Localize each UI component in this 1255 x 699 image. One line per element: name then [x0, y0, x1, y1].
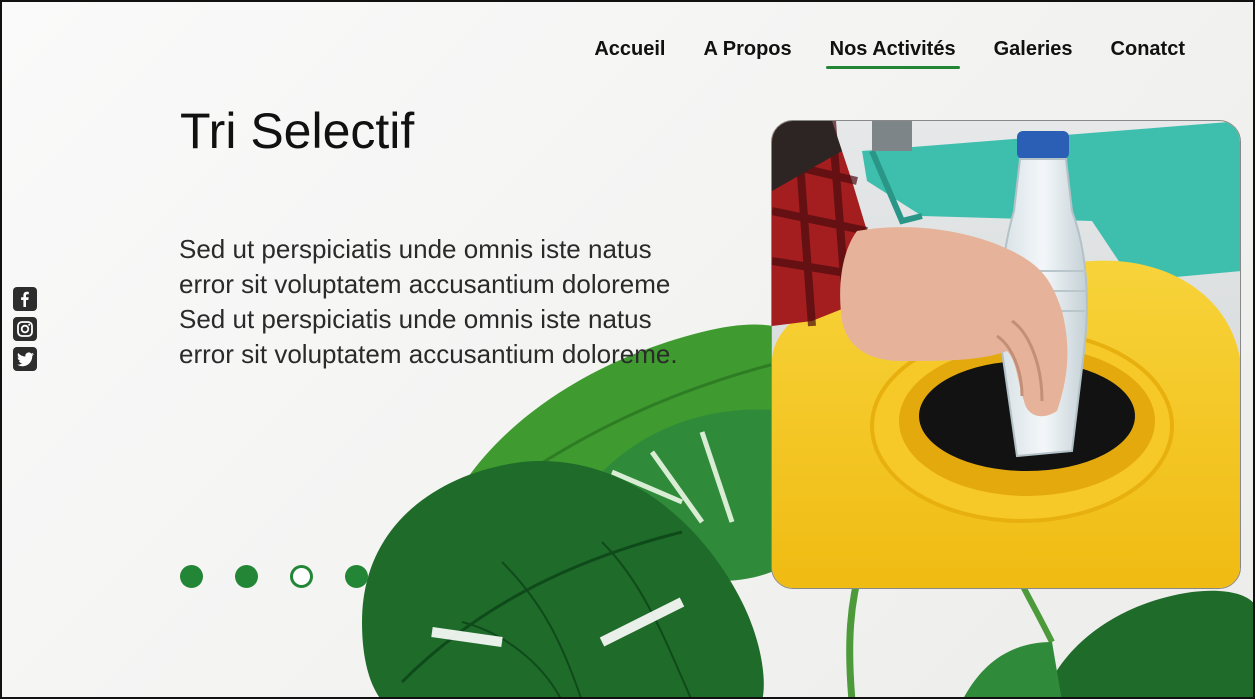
- nav-item-nos-activites[interactable]: Nos Activités: [825, 38, 960, 69]
- nav-item-contact[interactable]: Conatct: [1111, 38, 1185, 67]
- twitter-icon[interactable]: [13, 347, 37, 371]
- page-title: Tri Selectif: [180, 103, 415, 159]
- hero-description: Sed ut perspiciatis unde omnis iste natu…: [179, 232, 699, 372]
- main-navigation: Accueil A Propos Nos Activités Galeries …: [594, 38, 1185, 69]
- social-links: [13, 287, 37, 371]
- page-frame: Accueil A Propos Nos Activités Galeries …: [0, 0, 1255, 699]
- pager-dot-2[interactable]: [235, 565, 258, 588]
- pager-dot-3[interactable]: [290, 565, 313, 588]
- nav-item-a-propos[interactable]: A Propos: [703, 38, 791, 67]
- recycling-photo: [771, 120, 1241, 589]
- pager-dot-4[interactable]: [345, 565, 368, 588]
- instagram-icon[interactable]: [13, 317, 37, 341]
- hero-paragraph-1: Sed ut perspiciatis unde omnis iste natu…: [179, 234, 671, 299]
- pager-dot-1[interactable]: [180, 565, 203, 588]
- facebook-icon[interactable]: [13, 287, 37, 311]
- hero-paragraph-2: Sed ut perspiciatis unde omnis iste natu…: [179, 304, 678, 369]
- slide-pager: [180, 565, 368, 588]
- nav-item-galeries[interactable]: Galeries: [994, 38, 1073, 67]
- nav-item-accueil[interactable]: Accueil: [594, 38, 665, 67]
